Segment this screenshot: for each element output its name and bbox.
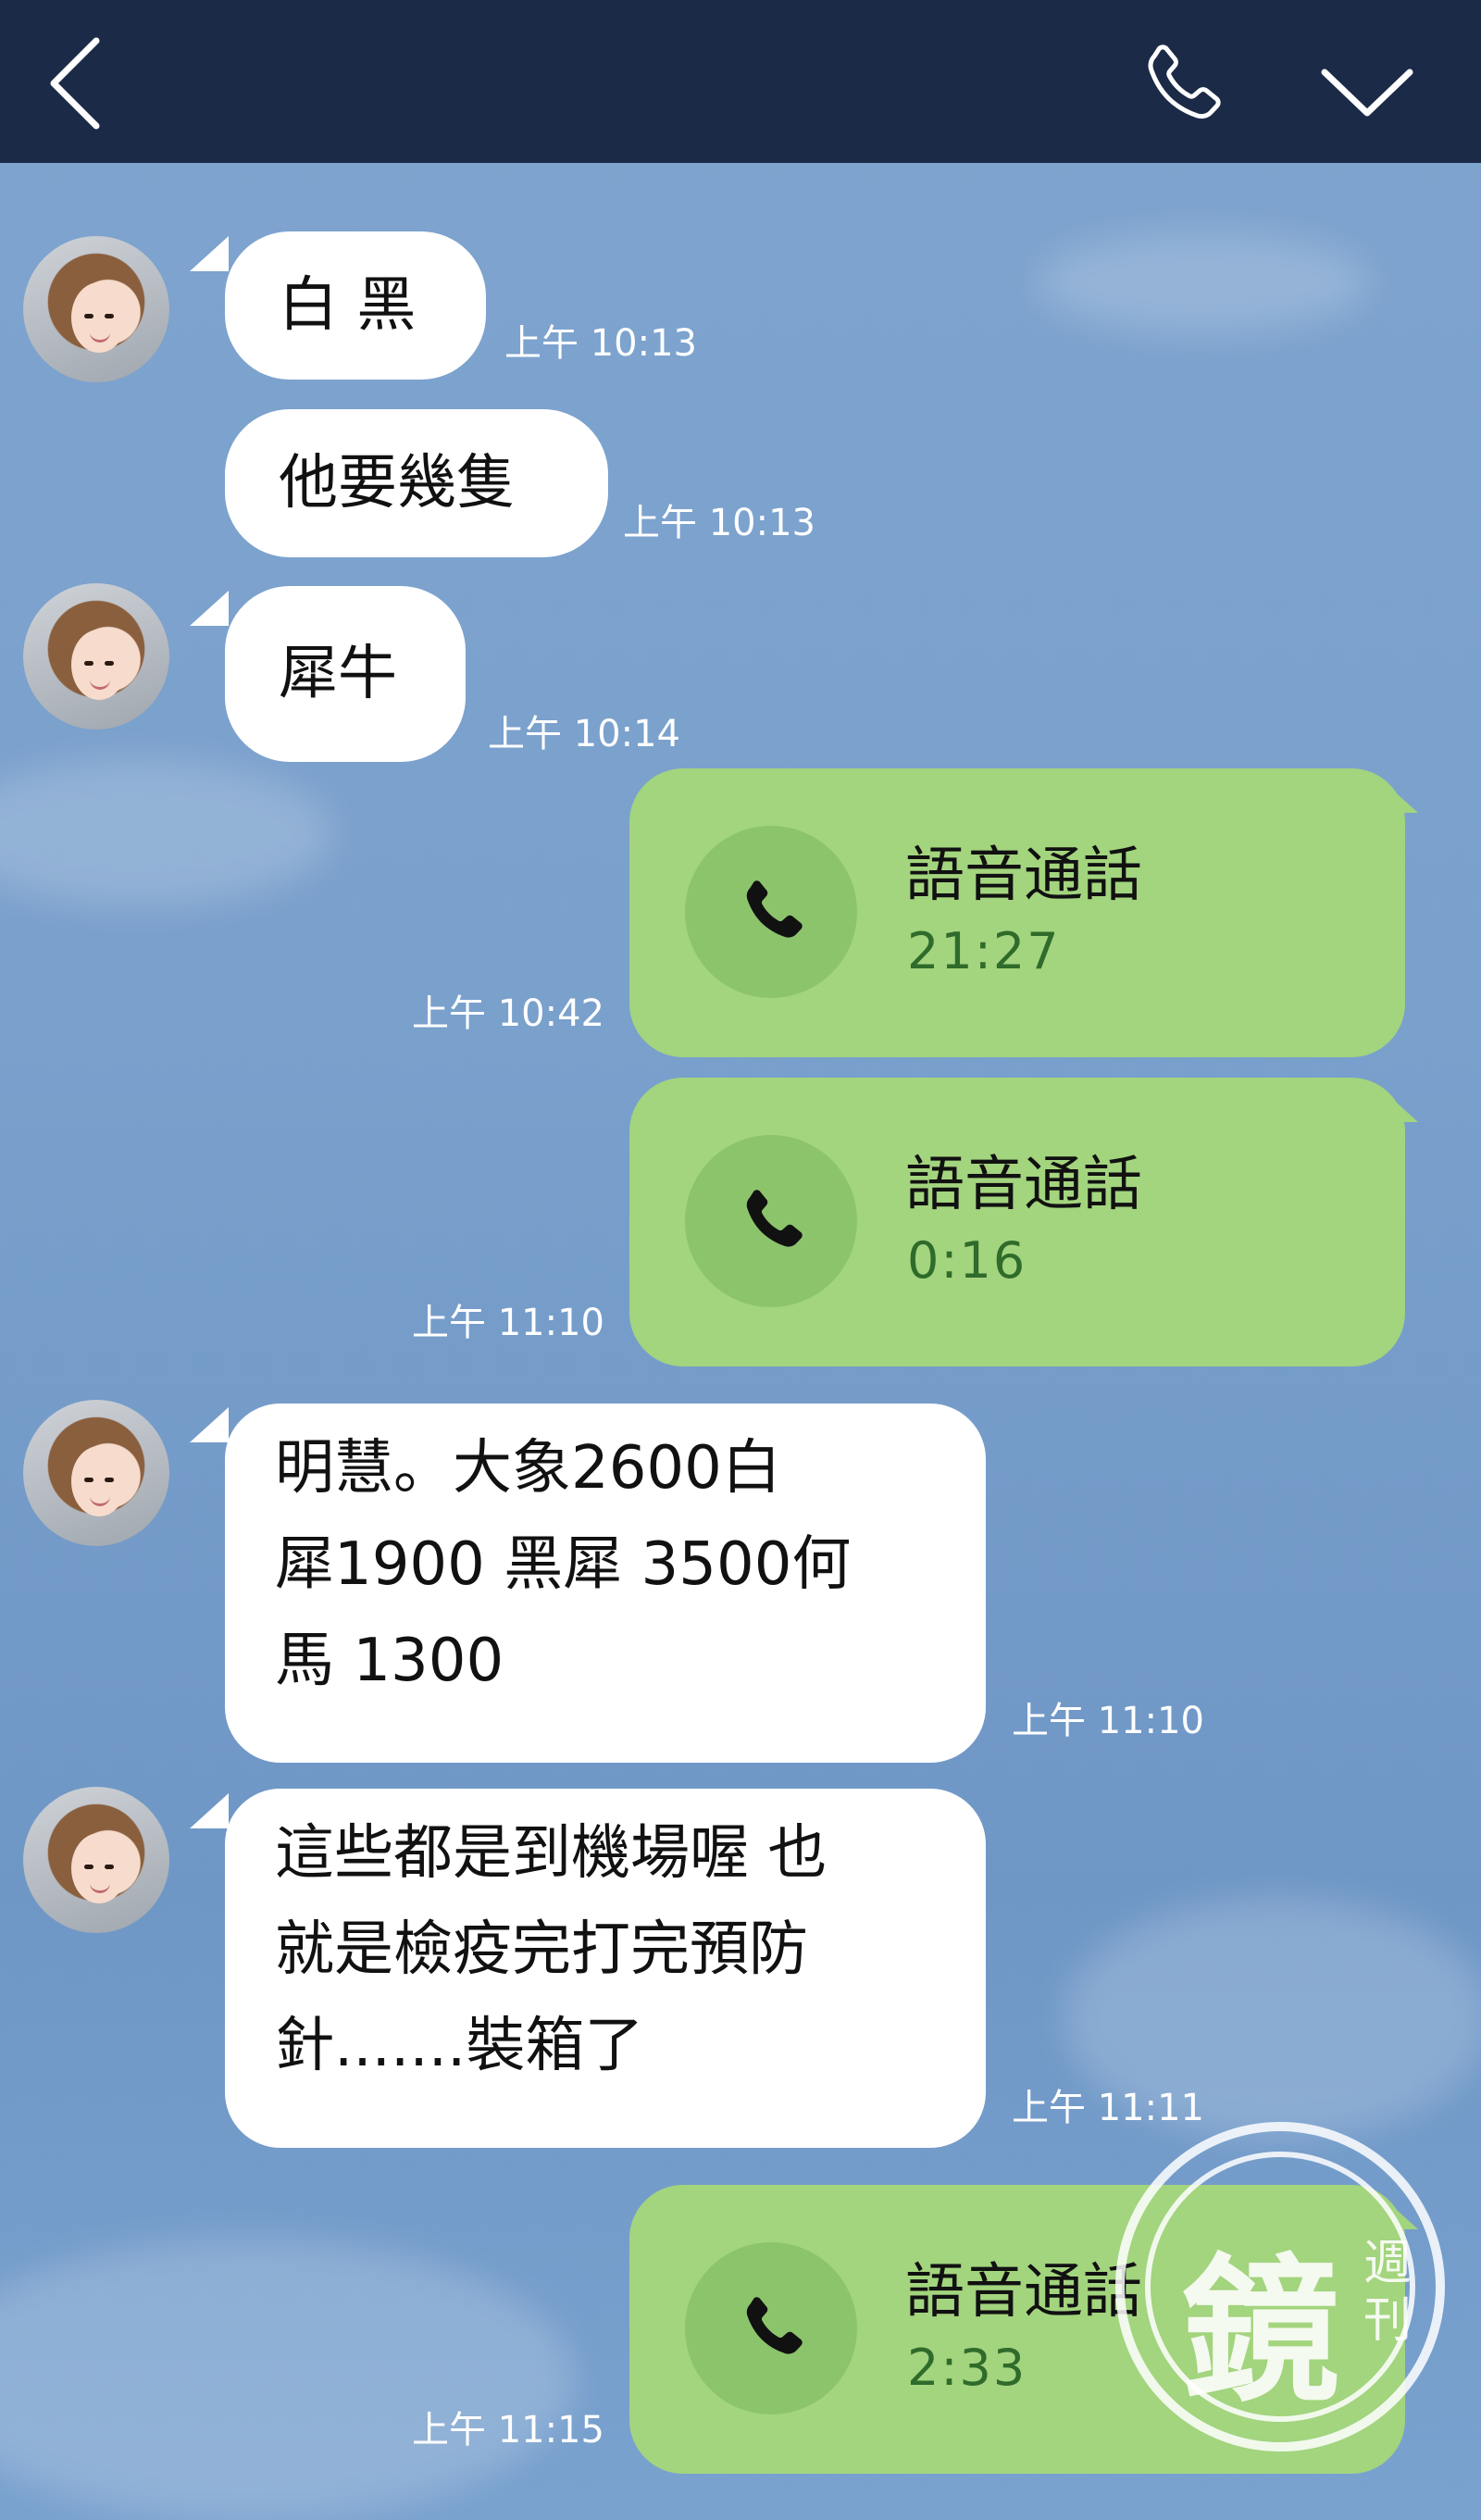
bubble-tail [190, 1407, 229, 1442]
message-time: 上午 10:13 [504, 322, 697, 365]
message-bubble[interactable]: 他要幾隻 [225, 409, 608, 557]
message-time: 上午 10:14 [488, 713, 680, 755]
cloud-decoration [1037, 231, 1370, 333]
message-bubble[interactable]: 犀牛 [225, 586, 466, 762]
message-time: 上午 11:10 [1012, 1700, 1204, 1742]
message-bubble[interactable]: 明慧。大象2600白 犀1900 黑犀 3500何 馬 1300 [225, 1403, 986, 1763]
call-duration: 2:33 [907, 2339, 1027, 2397]
contact-avatar[interactable] [23, 583, 169, 730]
cloud-decoration [0, 2240, 574, 2518]
contact-avatar[interactable] [23, 236, 169, 382]
message-bubble[interactable]: 這些都是到機場喔 也 就是檢疫完打完預防 針.......裝箱了 [225, 1789, 986, 2148]
watermark-logo: 鏡 週刊 [1115, 2122, 1445, 2451]
message-time: 上午 11:11 [1012, 2087, 1204, 2129]
message-time: 上午 11:10 [412, 1302, 604, 1344]
call-label: 語音通話 [905, 842, 1142, 910]
voice-call-card[interactable]: 語音通話 0:16 [629, 1078, 1405, 1366]
watermark-big-char: 鏡 [1182, 2240, 1340, 2424]
bubble-tail [1379, 778, 1418, 813]
bubble-tail [190, 591, 229, 626]
bubble-tail [190, 1793, 229, 1828]
call-duration: 21:27 [907, 922, 1061, 980]
phone-icon [685, 2242, 857, 2414]
chat-header [0, 0, 1481, 163]
phone-icon [685, 826, 857, 998]
contact-avatar[interactable] [23, 1787, 169, 1933]
call-label: 語音通話 [905, 1151, 1142, 1219]
message-bubble[interactable]: 白 黑 [225, 231, 486, 380]
message-time: 上午 11:15 [412, 2409, 604, 2451]
call-duration: 0:16 [907, 1231, 1027, 1290]
call-label: 語音通話 [905, 2258, 1142, 2327]
phone-icon [685, 1135, 857, 1307]
chevron-left-icon[interactable] [44, 35, 109, 135]
bubble-tail [1379, 1087, 1418, 1122]
message-time: 上午 10:13 [623, 502, 815, 544]
message-time: 上午 10:42 [412, 992, 604, 1035]
watermark-small-text: 週刊 [1363, 2236, 1413, 2349]
chevron-down-icon[interactable] [1319, 65, 1415, 124]
voice-call-card[interactable]: 語音通話 21:27 [629, 768, 1405, 1057]
bubble-tail [190, 236, 229, 271]
phone-icon[interactable] [1134, 39, 1226, 135]
cloud-decoration [0, 759, 333, 907]
contact-avatar[interactable] [23, 1400, 169, 1546]
